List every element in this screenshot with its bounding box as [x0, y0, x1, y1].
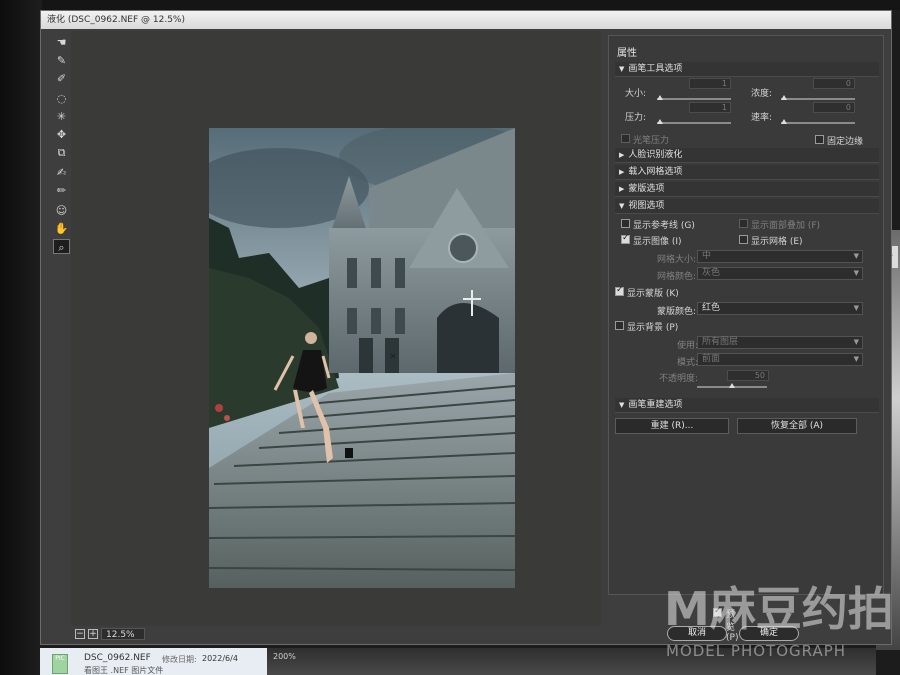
mesh-size-select[interactable]: 中 ▼ — [697, 250, 863, 263]
zoom-tool-icon[interactable]: ⌕ — [53, 239, 70, 254]
thaw-mask-tool-icon[interactable]: ✏ — [53, 183, 70, 198]
show-backdrop-checkbox[interactable] — [615, 321, 624, 330]
freeze-mask-tool-icon[interactable]: ✍ — [53, 165, 70, 180]
collapse-triangle-icon: ▼ — [619, 202, 625, 210]
show-mesh-label: 显示网格 (E) — [751, 237, 803, 247]
density-slider[interactable] — [781, 95, 855, 100]
watermark-text: MODEL PHOTOGRAPH — [666, 642, 847, 660]
stylus-pressure-label: 光笔压力 — [633, 136, 670, 146]
smooth-tool-icon[interactable]: ✐ — [53, 71, 70, 86]
size-label: 大小: — [625, 89, 647, 99]
pressure-slider[interactable] — [657, 119, 731, 124]
collapse-triangle-icon: ▼ — [619, 401, 625, 409]
pin-edges-checkbox[interactable] — [815, 135, 824, 144]
size-slider-thumb[interactable] — [657, 95, 663, 100]
modified-date-label: 修改日期: — [162, 655, 197, 664]
rate-label: 速率: — [751, 113, 773, 123]
backdrop-mode-select[interactable]: 前面 ▼ — [697, 353, 863, 366]
opacity-slider-thumb[interactable] — [729, 383, 735, 388]
image-file-icon: PIC — [52, 654, 68, 674]
rebuild-button[interactable]: 重建 (R)... — [615, 418, 729, 434]
load-mesh-options-header[interactable]: ▶ 载入网格选项 — [615, 165, 879, 180]
show-image-label: 显示图像 (I) — [633, 237, 682, 247]
show-face-overlay-checkbox[interactable] — [739, 219, 748, 228]
mask-color-label: 蒙版颜色: — [657, 307, 697, 317]
backdrop-opacity-label: 不透明度: — [659, 374, 699, 384]
mesh-size-label: 网格大小: — [657, 255, 697, 265]
liquify-toolbar: ☚ ✎ ✐ ◌ ✳ ✥ ⧉ ✍ ✏ ☺ ✋ ⌕ — [51, 33, 73, 273]
pucker-tool-icon[interactable]: ✳ — [53, 109, 70, 124]
monitor-bezel-top — [0, 0, 900, 10]
backdrop-use-select[interactable]: 所有图层 ▼ — [697, 336, 863, 349]
show-mask-checkbox[interactable] — [615, 285, 624, 296]
file-details-bar: PIC DSC_0962.NEF 看图王 .NEF 图片文件 修改日期: 202… — [40, 648, 267, 675]
backdrop-opacity-input[interactable]: 50 — [727, 370, 769, 381]
chevron-down-icon: ▼ — [853, 338, 859, 346]
stylus-pressure-checkbox[interactable] — [621, 134, 630, 143]
hand-tool-icon[interactable]: ✋ — [53, 221, 70, 236]
pressure-label: 压力: — [625, 113, 647, 123]
reconstruct-tool-icon[interactable]: ✎ — [53, 53, 70, 68]
density-input[interactable]: 0 — [813, 78, 855, 89]
mesh-color-select[interactable]: 灰色 ▼ — [697, 267, 863, 280]
density-slider-thumb[interactable] — [781, 95, 787, 100]
chevron-down-icon: ▼ — [853, 269, 859, 277]
backdrop-use-label: 使用: — [677, 341, 699, 351]
panel-title: 属性 — [617, 48, 637, 59]
mask-color-select[interactable]: 红色 ▼ — [697, 302, 863, 315]
preview-canvas[interactable] — [71, 31, 601, 626]
status-zoom: 200% — [273, 652, 296, 661]
face-aware-liquify-header[interactable]: ▶ 人脸识别液化 — [615, 148, 879, 163]
expand-triangle-icon: ▶ — [619, 185, 625, 193]
size-input[interactable]: 1 — [689, 78, 731, 89]
show-guides-checkbox[interactable] — [621, 219, 630, 228]
face-tool-icon[interactable]: ☺ — [53, 203, 70, 218]
zoom-in-button[interactable]: + — [88, 629, 98, 639]
monitor-bezel-left — [0, 0, 42, 675]
pressure-slider-thumb[interactable] — [657, 119, 663, 124]
zoom-level-select[interactable]: 12.5% — [101, 628, 145, 640]
watermark-logo: M麻豆约拍 — [664, 582, 894, 636]
collapse-triangle-icon: ▼ — [619, 65, 625, 73]
chevron-down-icon: ▼ — [853, 252, 859, 260]
brush-tool-options-header[interactable]: ▼ 画笔工具选项 — [615, 62, 879, 77]
backdrop-mode-label: 模式: — [677, 358, 699, 368]
forward-warp-tool-icon[interactable]: ☚ — [53, 35, 70, 50]
watermark: M麻豆约拍 MODEL PHOTOGRAPH — [664, 584, 900, 668]
show-backdrop-label: 显示背景 (P) — [627, 323, 679, 333]
density-label: 浓度: — [751, 89, 773, 99]
push-left-tool-icon[interactable]: ⧉ — [53, 145, 70, 160]
rate-slider-thumb[interactable] — [781, 119, 787, 124]
show-mask-label: 显示蒙版 (K) — [627, 289, 679, 299]
mesh-color-label: 网格颜色: — [657, 272, 697, 282]
expand-triangle-icon: ▶ — [619, 151, 625, 159]
file-name: DSC_0962.NEF — [84, 653, 151, 663]
show-face-overlay-label: 显示面部叠加 (F) — [751, 221, 821, 231]
size-slider[interactable] — [657, 95, 731, 100]
show-mesh-checkbox[interactable] — [739, 235, 748, 244]
preview-photo[interactable] — [209, 128, 515, 588]
modified-date: 2022/6/4 — [202, 654, 238, 663]
pin-edges-label: 固定边缘 — [827, 137, 864, 147]
show-image-checkbox[interactable] — [621, 233, 630, 244]
file-type: 看图王 .NEF 图片文件 — [84, 666, 164, 675]
liquify-dialog: 液化 (DSC_0962.NEF @ 12.5%) ☚ ✎ ✐ ◌ ✳ ✥ ⧉ … — [40, 10, 892, 645]
mask-options-header[interactable]: ▶ 蒙版选项 — [615, 182, 879, 197]
pressure-input[interactable]: 1 — [689, 102, 731, 113]
bloat-tool-icon[interactable]: ✥ — [53, 127, 70, 142]
dialog-title: 液化 (DSC_0962.NEF @ 12.5%) — [41, 11, 891, 29]
chevron-down-icon: ▼ — [853, 355, 859, 363]
zoom-out-button[interactable]: − — [75, 629, 85, 639]
show-guides-label: 显示参考线 (G) — [633, 221, 695, 231]
brush-reconstruct-options-header[interactable]: ▼ 画笔重建选项 — [615, 398, 879, 413]
backdrop-opacity-slider[interactable] — [697, 383, 767, 388]
twirl-tool-icon[interactable]: ◌ — [53, 91, 70, 106]
properties-panel: 属性 ▼ 画笔工具选项 大小: 1 浓度: 0 压力: 1 速率: 0 光笔压力 … — [608, 35, 884, 595]
chevron-down-icon: ▼ — [853, 304, 859, 312]
restore-all-button[interactable]: 恢复全部 (A) — [737, 418, 857, 434]
view-options-header[interactable]: ▼ 视图选项 — [615, 199, 879, 214]
rate-slider[interactable] — [781, 119, 855, 124]
expand-triangle-icon: ▶ — [619, 168, 625, 176]
rate-input[interactable]: 0 — [813, 102, 855, 113]
